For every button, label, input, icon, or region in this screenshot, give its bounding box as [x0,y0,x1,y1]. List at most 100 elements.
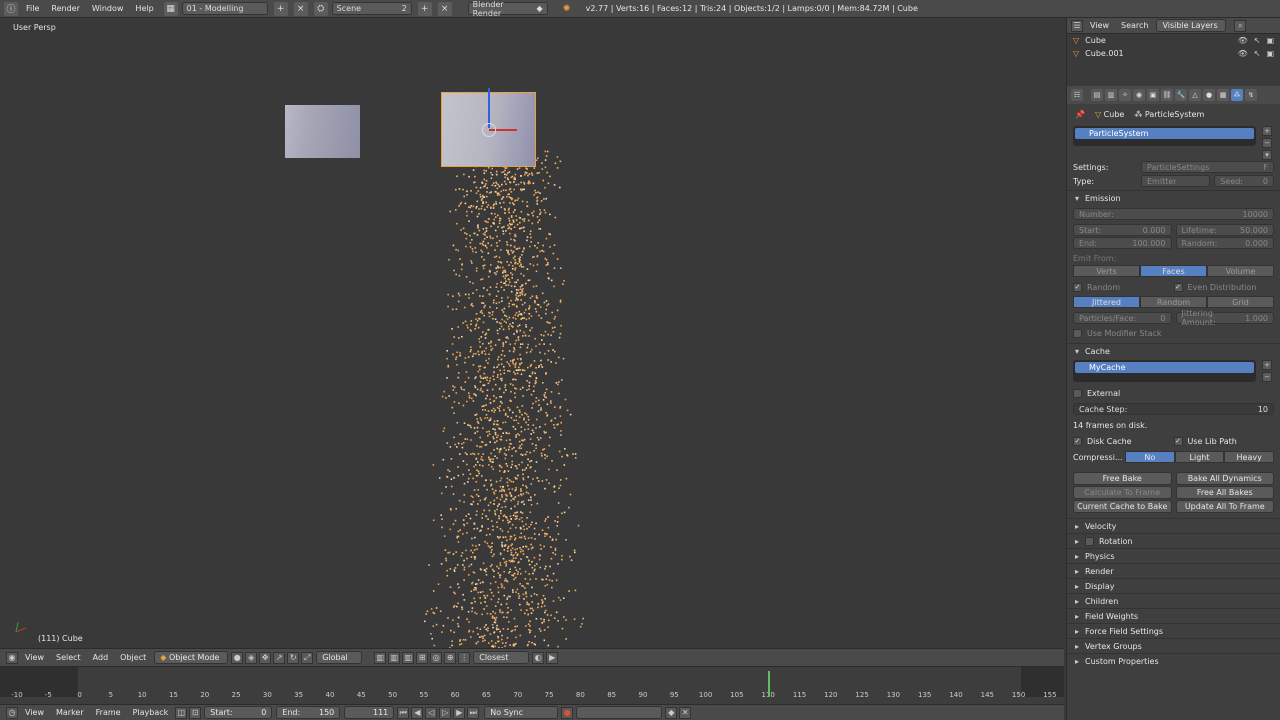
mode-select[interactable]: ◆ Object Mode [154,651,229,664]
tab-material-icon[interactable]: ● [1203,89,1215,101]
menu-render[interactable]: Render [45,4,85,13]
close-scene-icon[interactable]: × [437,1,452,16]
cube-001-object[interactable] [285,105,360,158]
transform-manipulator-center[interactable] [482,123,496,137]
vertex-groups-panel-header[interactable]: ▸ Vertex Groups [1067,638,1280,653]
current-frame-cursor[interactable] [768,671,770,697]
add-cache-button[interactable]: + [1262,360,1272,370]
editor-type-icon[interactable]: ◷ [6,706,18,719]
layer-buttons3-icon[interactable]: ▥ [402,651,415,664]
compression-no[interactable]: No [1125,451,1175,463]
tab-physics-icon[interactable]: ↯ [1245,89,1257,101]
outliner-item-cube[interactable]: ▽ Cube 👁 ↖ ▣ [1067,34,1280,47]
remove-cache-button[interactable]: − [1262,372,1272,382]
external-checkbox[interactable]: External [1067,386,1280,400]
breadcrumb-psys[interactable]: ⁂ ParticleSystem [1134,110,1204,119]
free-bake-button[interactable]: Free Bake [1073,472,1172,485]
custom-properties-panel-header[interactable]: ▸ Custom Properties [1067,653,1280,668]
calculate-to-frame-button[interactable]: Calculate To Frame [1073,486,1172,499]
render-engine-select[interactable]: Blender Render ◆ [467,0,548,18]
scene-icon[interactable]: ⛭ [313,1,328,16]
play-icon[interactable]: ▷ [439,706,452,719]
snap-target-select[interactable]: Closest [473,651,530,664]
slot-menu-button[interactable]: ▾ [1262,150,1272,160]
scale-icon[interactable]: ⤢ [301,651,314,664]
visibility-icon[interactable]: 👁 [1238,49,1248,58]
screen-layout-field[interactable]: 01 - Modelling [181,2,268,15]
pivot-icon[interactable]: ◈ [245,651,258,664]
editor-type-icon[interactable]: ⓘ [4,1,18,16]
add-layout-icon[interactable]: + [273,1,288,16]
random-checkbox[interactable]: ✓ Random [1073,282,1174,292]
menu-frame[interactable]: Frame [90,708,127,717]
rotate-icon[interactable]: ↻ [287,651,300,664]
menu-view[interactable]: View [19,708,50,717]
layout-grid-icon[interactable]: ▦ [163,1,178,16]
breadcrumb-object[interactable]: ▽ Cube [1095,110,1124,119]
menu-view[interactable]: View [19,653,50,662]
particles-per-face-field[interactable]: Particles/Face: 0 [1073,312,1172,324]
menu-select[interactable]: Select [50,653,87,662]
disk-cache-checkbox[interactable]: ✓ Disk Cache [1073,436,1174,446]
jump-end-icon[interactable]: ⏭ [467,706,480,719]
menu-playback[interactable]: Playback [127,708,175,717]
field-weights-panel-header[interactable]: ▸ Field Weights [1067,608,1280,623]
children-panel-header[interactable]: ▸ Children [1067,593,1280,608]
modifier-stack-checkbox[interactable]: Use Modifier Stack [1067,326,1280,340]
display-mode-select[interactable]: Visible Layers [1156,19,1227,32]
particle-settings-field[interactable]: ParticleSettings F [1141,161,1274,173]
tab-object-icon[interactable]: ▣ [1147,89,1159,101]
proportional-edit-icon[interactable]: ◎ [430,651,443,664]
render-panel-header[interactable]: ▸ Render [1067,563,1280,578]
emit-from-volume[interactable]: Volume [1207,265,1274,277]
sync-mode-select[interactable]: No Sync [484,706,559,719]
tab-world-icon[interactable]: ◉ [1133,89,1145,101]
current-cache-to-bake-button[interactable]: Current Cache to Bake [1073,500,1172,513]
snap-element-icon[interactable]: ⋮ [458,651,471,664]
editor-type-icon[interactable]: ☰ [1071,19,1083,32]
shading-solid-icon[interactable]: ● [231,651,244,664]
emit-from-faces[interactable]: Faces [1140,265,1207,277]
play-reverse-icon[interactable]: ◁ [425,706,438,719]
distribution-jittered[interactable]: Jittered [1073,296,1140,308]
orientation-select[interactable]: Global [316,651,363,664]
bake-all-dynamics-button[interactable]: Bake All Dynamics [1175,472,1274,485]
rotation-panel-header[interactable]: ▸ Rotation [1067,533,1280,548]
cache-panel-header[interactable]: ▾ Cache [1067,343,1280,358]
menu-search[interactable]: Search [1115,21,1154,30]
cache-step-field[interactable]: Cache Step: 10 [1073,403,1274,415]
compression-heavy[interactable]: Heavy [1224,451,1275,463]
particle-system-list-item[interactable]: ParticleSystem [1075,128,1254,139]
keying-set-field[interactable] [576,706,663,719]
layer-buttons-icon[interactable]: ▥ [374,651,387,664]
3d-viewport[interactable]: User Persp (111) Cube [0,18,1064,648]
velocity-panel-header[interactable]: ▸ Velocity [1067,518,1280,533]
next-key-icon[interactable]: ▶ [453,706,466,719]
even-distribution-checkbox[interactable]: ✓ Even Distribution [1173,282,1275,292]
distribution-grid[interactable]: Grid [1207,296,1274,308]
outliner-item-cube-001[interactable]: ▽ Cube.001 👁 ↖ ▣ [1067,47,1280,60]
delete-key-icon[interactable]: ✕ [679,706,692,719]
snap-toggle-icon[interactable]: ⊕ [444,651,457,664]
tab-modifiers-icon[interactable]: 🔧 [1175,89,1187,101]
layer-lock-icon[interactable]: ⊞ [416,651,429,664]
editor-type-icon[interactable]: ☷ [1071,89,1083,101]
close-layout-icon[interactable]: × [293,1,308,16]
physics-panel-header[interactable]: ▸ Physics [1067,548,1280,563]
jump-start-icon[interactable]: ⏮ [397,706,410,719]
tab-particles-icon[interactable]: ⁂ [1231,89,1243,101]
render-camera-icon[interactable]: ▣ [1266,36,1274,45]
menu-help[interactable]: Help [129,4,159,13]
emission-panel-header[interactable]: ▾ Emission [1067,190,1280,205]
menu-marker[interactable]: Marker [50,708,90,717]
start-frame-field[interactable]: Start: 0 [204,706,273,719]
scene-field[interactable]: Scene 2 [331,2,412,15]
emit-end-field[interactable]: End: 100.000 [1073,237,1172,249]
seed-field[interactable]: Seed: 0 [1214,175,1274,187]
tab-constraints-icon[interactable]: ⛓ [1161,89,1173,101]
checkbox-empty-icon[interactable] [1085,536,1094,546]
number-field[interactable]: Number: 10000 [1073,208,1274,220]
free-all-bakes-button[interactable]: Free All Bakes [1175,486,1274,499]
menu-view[interactable]: View [1084,21,1115,30]
display-panel-header[interactable]: ▸ Display [1067,578,1280,593]
